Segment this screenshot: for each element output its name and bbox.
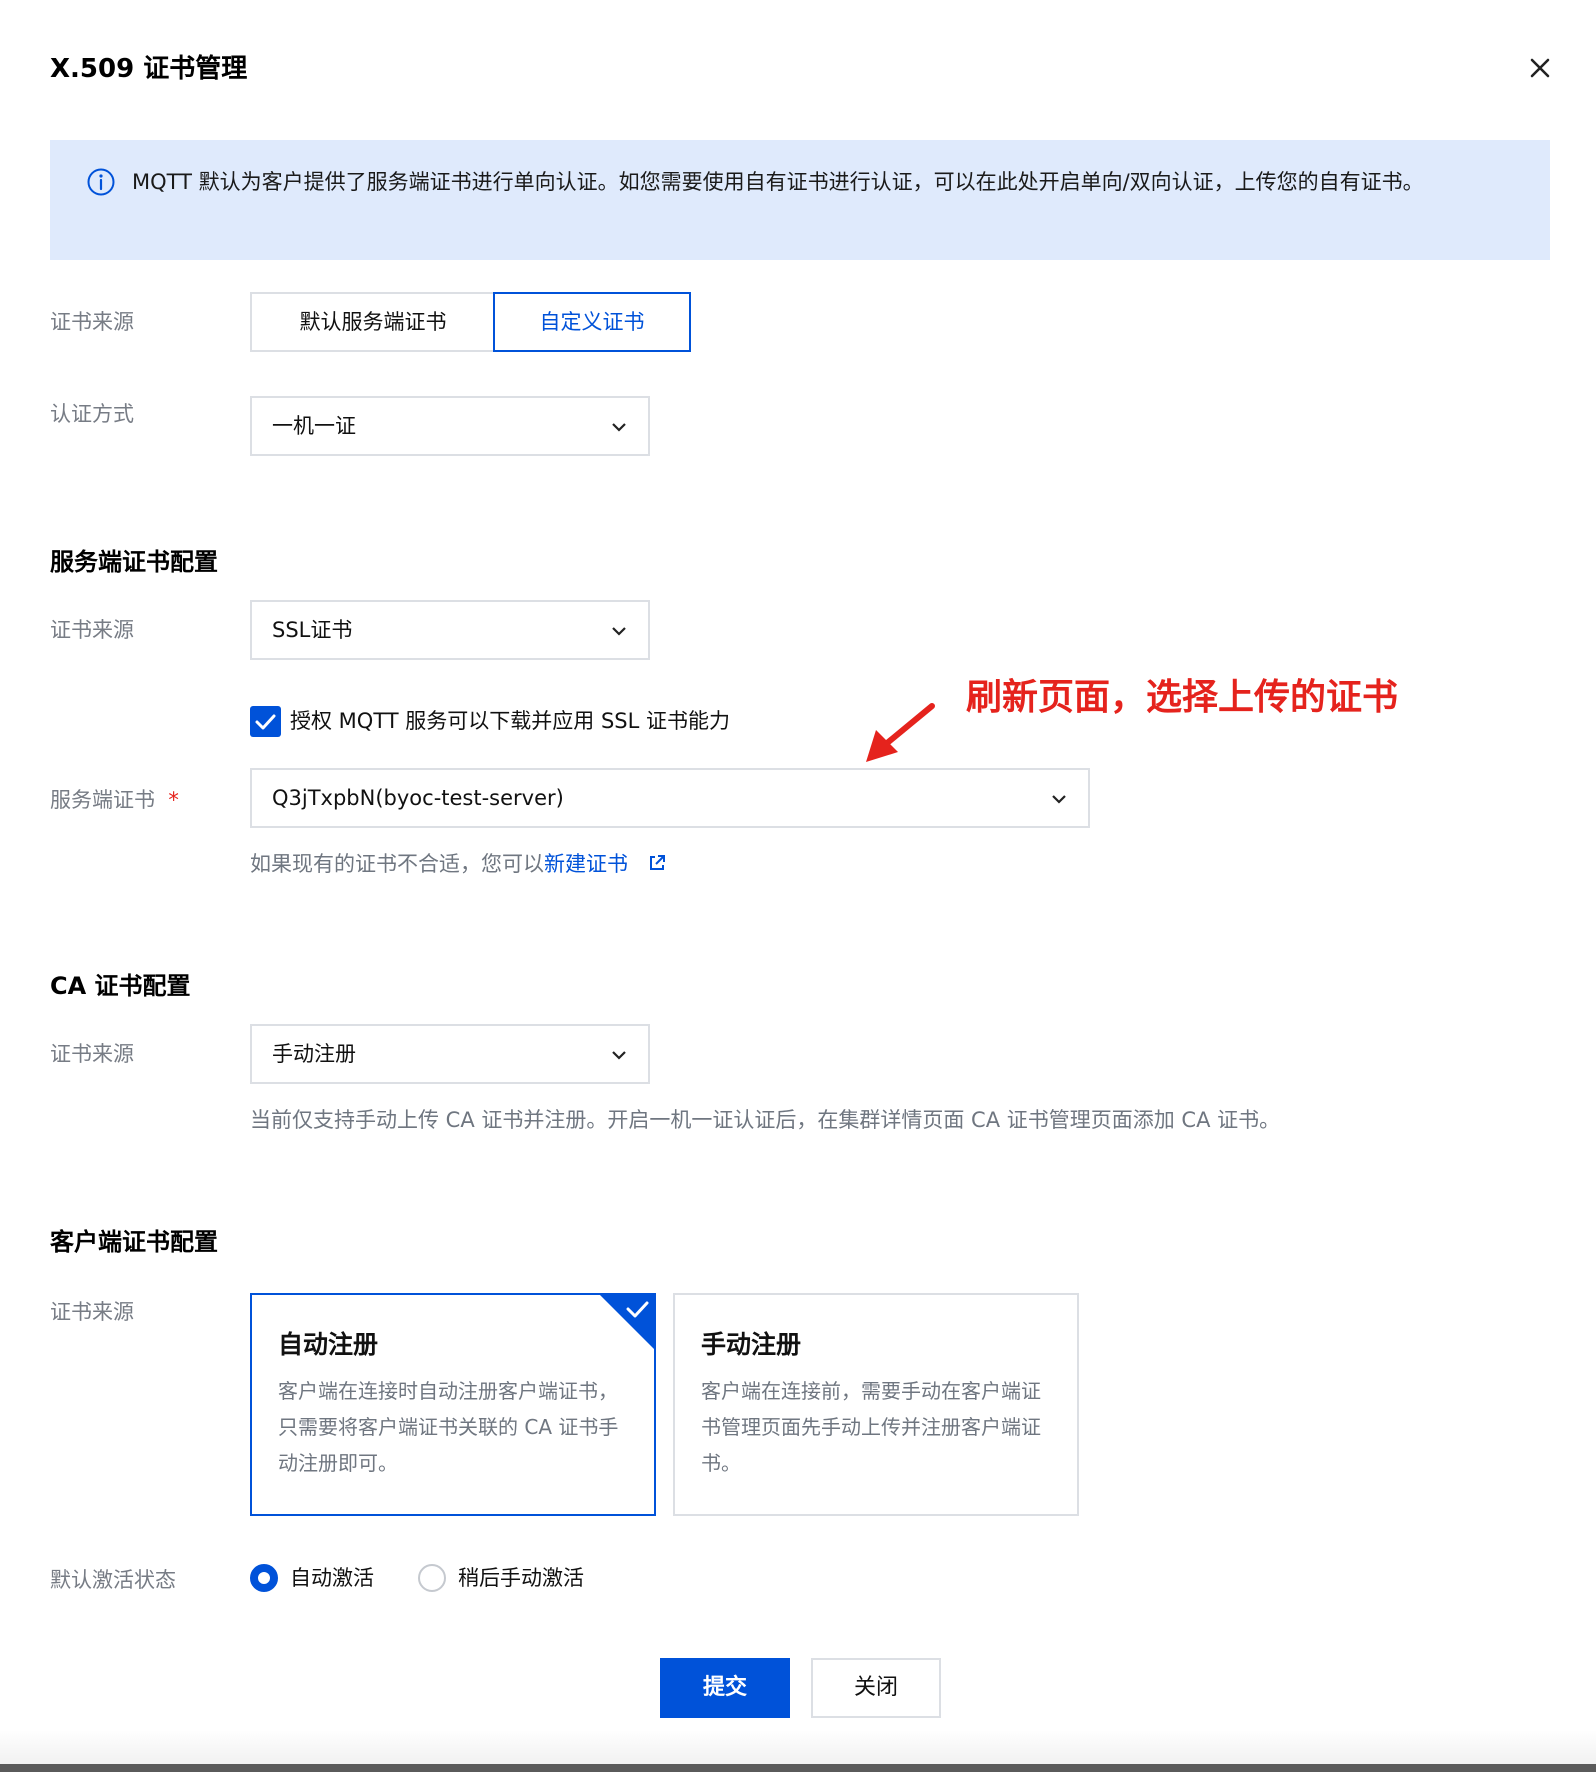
notice-text: MQTT 默认为客户提供了服务端证书进行单向认证。如您需要使用自有证书进行认证，… bbox=[132, 170, 1424, 194]
dialog-title: X.509 证书管理 bbox=[50, 54, 248, 84]
auto-activate-label[interactable]: 自动激活 bbox=[290, 1562, 374, 1592]
close-button[interactable]: 关闭 bbox=[811, 1658, 941, 1718]
ca-cert-source-label: 证书来源 bbox=[50, 1042, 134, 1066]
chevron-down-icon bbox=[1052, 795, 1066, 804]
server-cert-source-label: 证书来源 bbox=[50, 618, 134, 642]
info-icon bbox=[86, 167, 116, 197]
ca-cert-source-select[interactable]: 手动注册 bbox=[250, 1024, 650, 1084]
server-cert-hint: 如果现有的证书不合适，您可以新建证书 bbox=[250, 848, 667, 878]
radio-manual-activate[interactable] bbox=[418, 1564, 446, 1592]
cert-source-default-option[interactable]: 默认服务端证书 bbox=[250, 292, 494, 352]
required-mark: * bbox=[168, 788, 179, 812]
manual-register-title: 手动注册 bbox=[701, 1330, 802, 1359]
ca-section-title: CA 证书配置 bbox=[50, 972, 191, 1000]
selected-check-icon bbox=[598, 1293, 656, 1351]
manual-activate-label[interactable]: 稍后手动激活 bbox=[458, 1562, 584, 1592]
red-arrow-icon bbox=[866, 703, 935, 762]
manual-register-card[interactable]: 手动注册 客户端在连接前，需要手动在客户端证书管理页面先手动上传并注册客户端证书… bbox=[673, 1293, 1079, 1516]
auto-register-card[interactable]: 自动注册 客户端在连接时自动注册客户端证书，只需要将客户端证书关联的 CA 证书… bbox=[250, 1293, 656, 1516]
server-cert-value: Q3jTxpbN(byoc-test-server) bbox=[272, 786, 564, 810]
server-cert-source-select[interactable]: SSL证书 bbox=[250, 600, 650, 660]
close-icon bbox=[1530, 58, 1550, 78]
bottom-bar bbox=[0, 1764, 1596, 1772]
auth-method-label: 认证方式 bbox=[50, 402, 134, 426]
auto-register-title: 自动注册 bbox=[278, 1330, 379, 1359]
footer-shadow bbox=[0, 1730, 1596, 1764]
submit-button[interactable]: 提交 bbox=[660, 1658, 790, 1718]
server-cert-label: 服务端证书 * bbox=[50, 788, 179, 812]
server-section-title: 服务端证书配置 bbox=[50, 548, 218, 576]
activation-label: 默认激活状态 bbox=[50, 1568, 176, 1592]
authorize-ssl-checkbox[interactable] bbox=[250, 706, 281, 737]
cert-source-custom-option[interactable]: 自定义证书 bbox=[493, 292, 691, 352]
authorize-ssl-label: 授权 MQTT 服务可以下载并应用 SSL 证书能力 bbox=[290, 709, 730, 733]
server-cert-source-value: SSL证书 bbox=[272, 618, 353, 642]
close-dialog-button[interactable] bbox=[1522, 50, 1558, 86]
chevron-down-icon bbox=[612, 423, 626, 432]
ca-cert-source-value: 手动注册 bbox=[272, 1042, 356, 1066]
annotation-text: 刷新页面，选择上传的证书 bbox=[966, 677, 1399, 718]
auth-method-select[interactable]: 一机一证 bbox=[250, 396, 650, 456]
cert-source-label: 证书来源 bbox=[50, 310, 134, 334]
ca-hint: 当前仅支持手动上传 CA 证书并注册。开启一机一证认证后，在集群详情页面 CA … bbox=[250, 1108, 1281, 1132]
checkmark-icon bbox=[255, 714, 276, 730]
auto-register-desc: 客户端在连接时自动注册客户端证书，只需要将客户端证书关联的 CA 证书手动注册即… bbox=[278, 1379, 619, 1475]
radio-auto-activate[interactable] bbox=[250, 1564, 278, 1592]
auth-method-value: 一机一证 bbox=[272, 414, 356, 438]
external-link-icon[interactable] bbox=[647, 853, 667, 873]
client-section-title: 客户端证书配置 bbox=[50, 1228, 218, 1256]
chevron-down-icon bbox=[612, 1051, 626, 1060]
server-cert-select[interactable]: Q3jTxpbN(byoc-test-server) bbox=[250, 768, 1090, 828]
new-cert-link[interactable]: 新建证书 bbox=[544, 852, 628, 876]
manual-register-desc: 客户端在连接前，需要手动在客户端证书管理页面先手动上传并注册客户端证书。 bbox=[701, 1379, 1041, 1475]
chevron-down-icon bbox=[612, 627, 626, 636]
client-cert-source-label: 证书来源 bbox=[50, 1300, 134, 1324]
